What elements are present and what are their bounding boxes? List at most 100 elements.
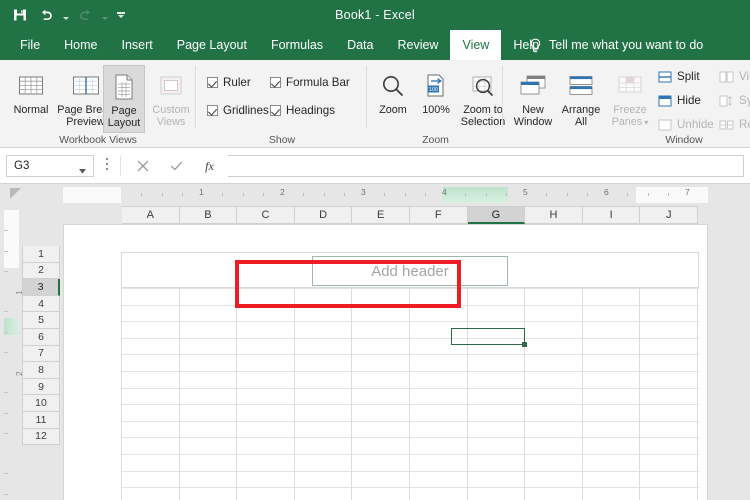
tab-page-layout[interactable]: Page Layout	[165, 30, 259, 60]
row-header-5[interactable]: 5	[22, 312, 60, 329]
add-header-box[interactable]: Add header	[312, 256, 508, 286]
formula-bar-divider	[120, 156, 121, 176]
fill-handle[interactable]	[522, 342, 527, 347]
checkbox-box	[207, 77, 218, 88]
grid-line-horizontal	[121, 487, 699, 488]
row-header-4[interactable]: 4	[22, 296, 60, 313]
checkbox-box	[207, 105, 218, 116]
view-side-by-side-icon	[719, 70, 734, 83]
tab-view[interactable]: View	[450, 30, 501, 60]
name-box[interactable]: G3	[6, 155, 94, 177]
zoom-button[interactable]: Zoom	[372, 65, 414, 133]
column-header-e[interactable]: E	[352, 206, 410, 224]
column-header-f[interactable]: F	[410, 206, 468, 224]
enter-icon[interactable]	[165, 157, 187, 175]
tab-file[interactable]: File	[8, 30, 52, 60]
page-break-preview-icon	[71, 69, 101, 103]
row-header-2[interactable]: 2	[22, 263, 60, 280]
formula-input[interactable]	[228, 155, 744, 177]
tab-home[interactable]: Home	[52, 30, 109, 60]
page-header-row: Add header	[121, 252, 699, 288]
tell-me-search[interactable]: Tell me what you want to do	[528, 30, 703, 60]
name-box-dropdown-icon[interactable]	[79, 165, 86, 177]
freeze-panes-button: FreezePanes ▾	[606, 65, 654, 133]
page-layout-button[interactable]: PageLayout	[103, 65, 145, 133]
lightbulb-icon	[528, 37, 542, 53]
tab-formulas[interactable]: Formulas	[259, 30, 335, 60]
ribbon: Normal Page BreakPreview	[0, 60, 750, 148]
normal-view-button[interactable]: Normal	[4, 65, 58, 133]
row-header-9[interactable]: 9	[22, 379, 60, 396]
column-header-a[interactable]: A	[122, 206, 180, 224]
ruler-tick	[506, 193, 507, 196]
vertical-ruler-tick	[4, 251, 8, 252]
hide-window-button[interactable]: Hide	[657, 94, 701, 107]
ruler-selected-column-indicator	[443, 187, 508, 203]
zoom-to-selection-button[interactable]: Zoom toSelection	[458, 65, 508, 133]
column-header-b[interactable]: B	[180, 206, 238, 224]
worksheet-area: 1234567 12 ABCDEFGHIJ 123456789101112 Ad…	[0, 184, 750, 500]
new-window-button[interactable]: NewWindow	[510, 65, 556, 133]
column-header-i[interactable]: I	[583, 206, 641, 224]
vertical-ruler-tick	[4, 494, 8, 495]
undo-icon[interactable]	[34, 3, 58, 27]
ruler-tick	[587, 193, 588, 196]
ruler-checkbox[interactable]: Ruler	[207, 76, 251, 89]
customize-quick-access-toolbar-icon[interactable]	[112, 3, 130, 27]
row-header-8[interactable]: 8	[22, 362, 60, 379]
row-header-11[interactable]: 11	[22, 412, 60, 429]
synchronous-scrolling-button: Syn	[719, 94, 750, 107]
select-all-corner-icon[interactable]	[10, 188, 21, 199]
grid-line-vertical	[409, 288, 410, 500]
ribbon-group-workbook-views: Normal Page BreakPreview	[0, 60, 196, 148]
arrange-all-button[interactable]: ArrangeAll	[557, 65, 605, 133]
gridlines-checkbox[interactable]: Gridlines	[207, 104, 269, 117]
save-icon[interactable]	[8, 3, 32, 27]
column-header-c[interactable]: C	[237, 206, 295, 224]
insert-function-icon[interactable]: fx	[198, 157, 220, 175]
column-header-h[interactable]: H	[525, 206, 583, 224]
formula-bar-checkbox[interactable]: Formula Bar	[270, 76, 350, 89]
column-header-j[interactable]: J	[640, 206, 698, 224]
zoom-100-button[interactable]: 100 100%	[415, 65, 457, 133]
tab-insert[interactable]: Insert	[110, 30, 165, 60]
column-header-d[interactable]: D	[295, 206, 353, 224]
left-margin-zone[interactable]	[63, 187, 121, 203]
split-button[interactable]: Split	[657, 70, 700, 83]
row-header-1[interactable]: 1	[22, 246, 60, 263]
ruler-tick	[243, 193, 244, 196]
cancel-icon[interactable]	[132, 157, 154, 175]
custom-views-label: CustomViews	[152, 105, 189, 128]
freeze-panes-label: FreezePanes ▾	[612, 105, 649, 128]
ruler-tick	[465, 193, 466, 196]
tab-data[interactable]: Data	[335, 30, 385, 60]
headings-checkbox[interactable]: Headings	[270, 104, 335, 117]
redo-icon	[73, 3, 97, 27]
grid-line-vertical	[697, 288, 698, 500]
cell-grid[interactable]	[121, 288, 699, 500]
row-header-3[interactable]: 3	[22, 279, 60, 296]
formula-bar-label: Formula Bar	[286, 76, 350, 89]
top-margin-zone[interactable]	[4, 210, 19, 268]
row-header-12[interactable]: 12	[22, 429, 60, 446]
view-side-by-side-button: View	[719, 70, 750, 83]
selected-cell-G3[interactable]	[451, 328, 525, 345]
tab-review[interactable]: Review	[385, 30, 450, 60]
synchronous-scrolling-icon	[719, 94, 734, 107]
name-box-resize-grip[interactable]	[106, 158, 110, 173]
ruler-tick	[182, 193, 183, 196]
grid-line-horizontal	[121, 437, 699, 438]
split-icon	[657, 70, 672, 83]
column-header-g[interactable]: G	[468, 206, 526, 224]
zoom-100-icon: 100	[423, 69, 449, 103]
ribbon-tabs: File Home Insert Page Layout Formulas Da…	[8, 30, 551, 60]
row-header-10[interactable]: 10	[22, 395, 60, 412]
row-header-6[interactable]: 6	[22, 329, 60, 346]
undo-dropdown-caret-icon[interactable]	[60, 3, 71, 27]
right-margin-zone[interactable]	[636, 187, 708, 203]
row-header-7[interactable]: 7	[22, 346, 60, 363]
ruler-tick	[546, 193, 547, 196]
ruler-number: 6	[604, 187, 609, 197]
group-divider	[366, 66, 367, 128]
formula-bar-area: G3 fx	[0, 148, 750, 184]
